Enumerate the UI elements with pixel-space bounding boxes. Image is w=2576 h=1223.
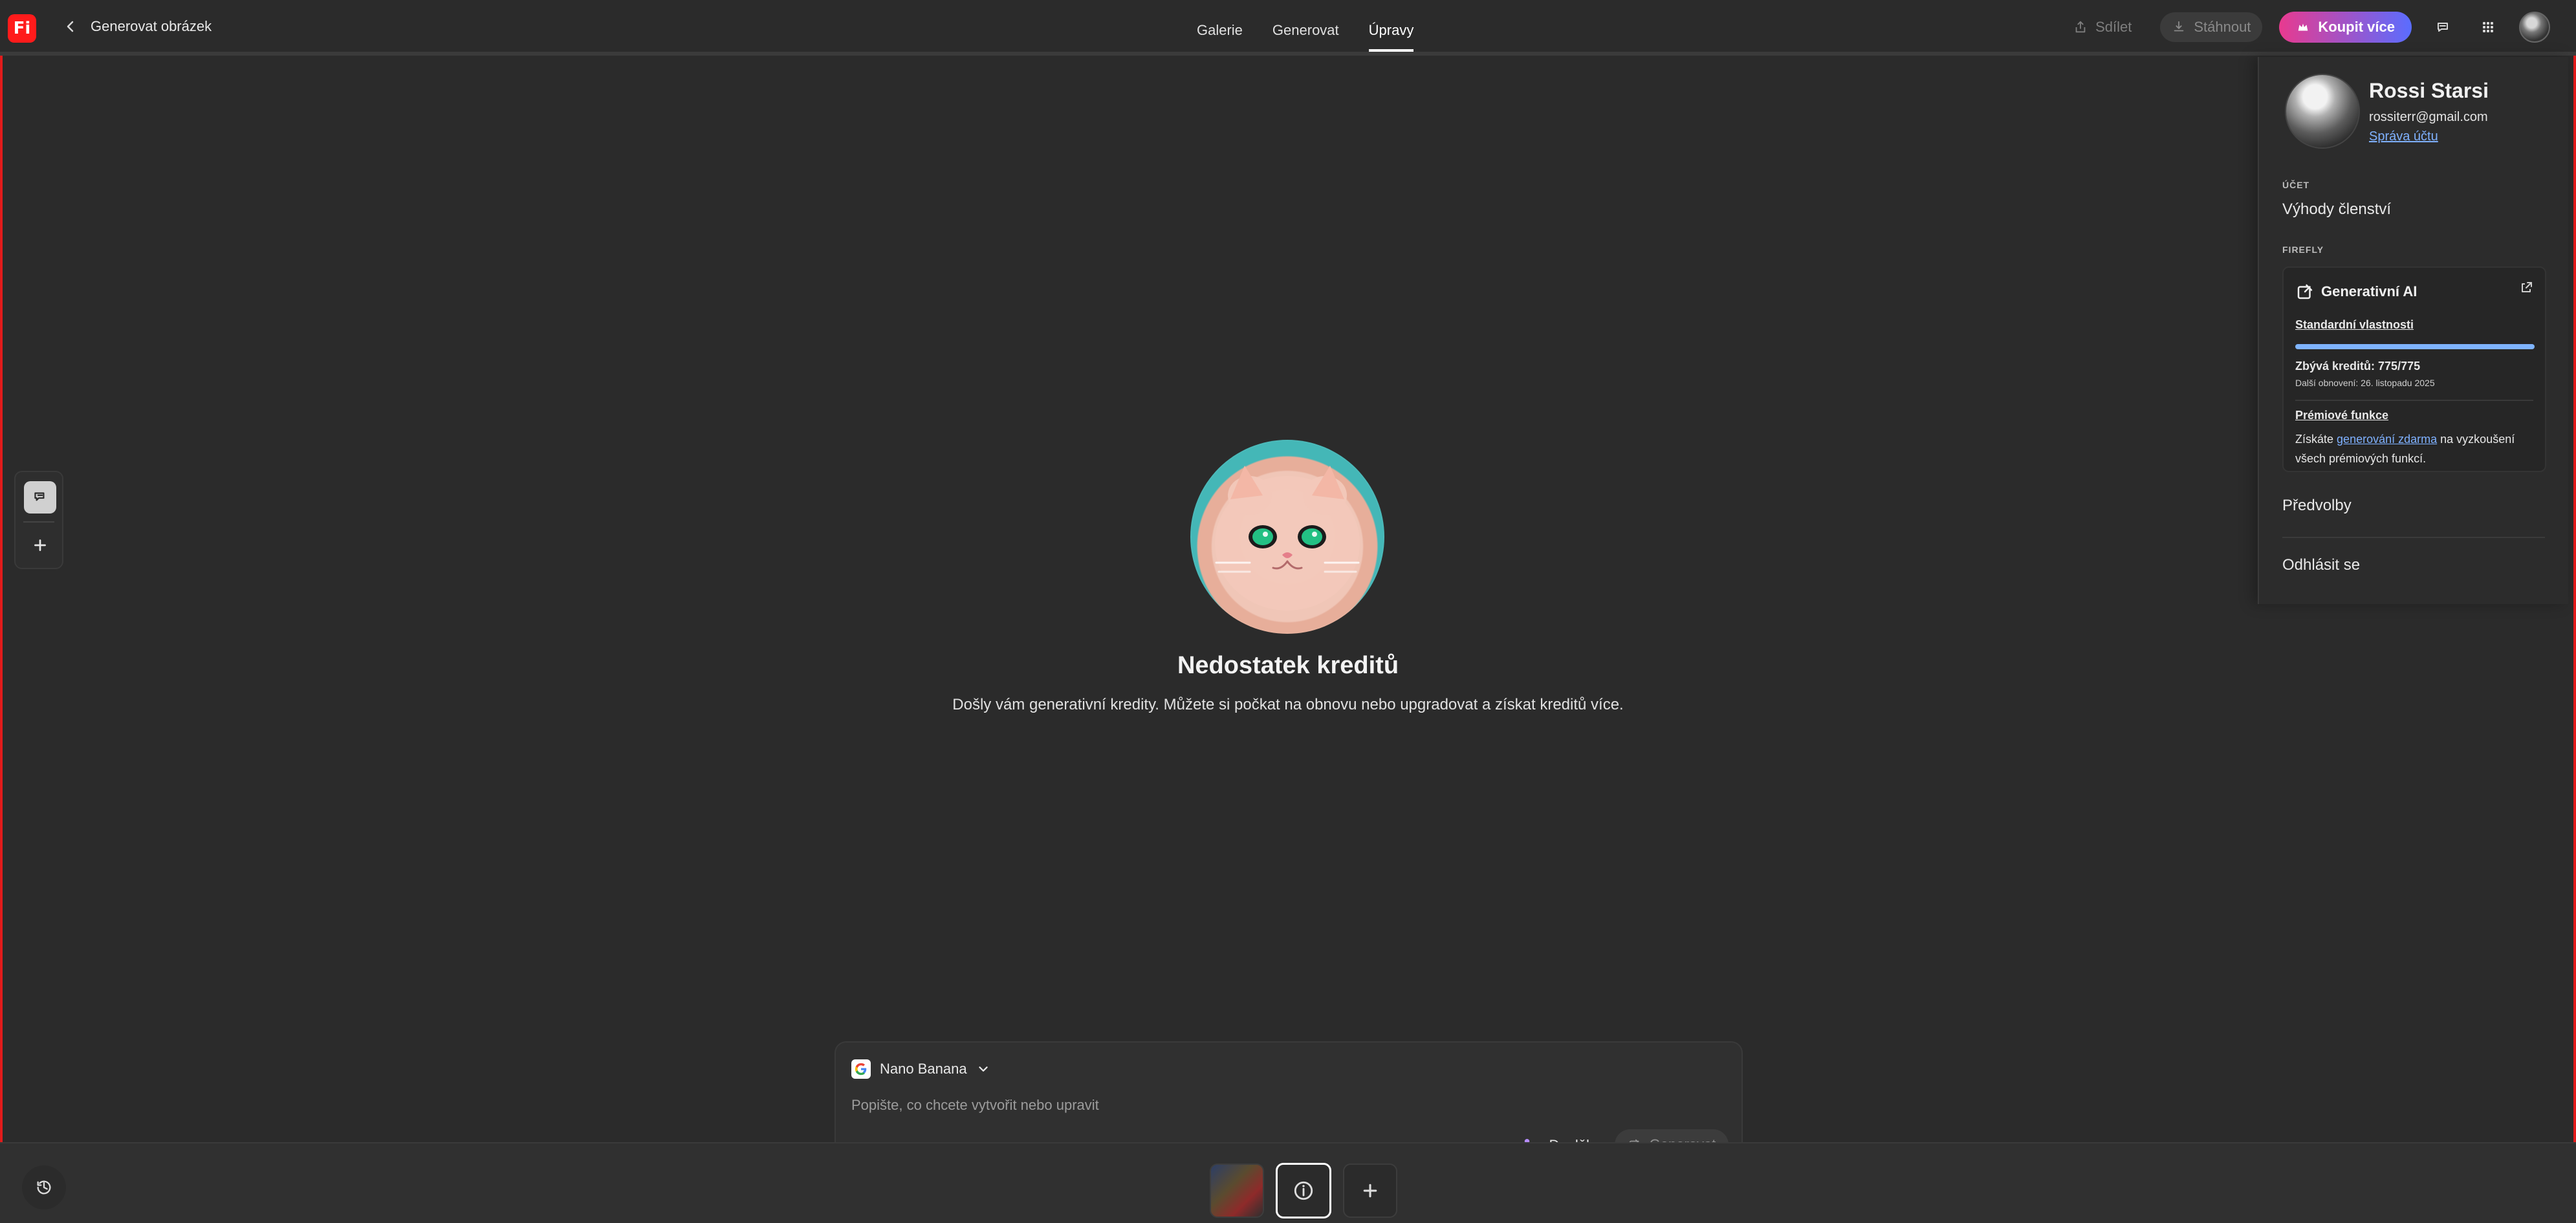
bottom-bar — [0, 1142, 2576, 1223]
credits-progress-fill — [2295, 344, 2535, 349]
main-canvas: Nedostatek kreditů Došly vám generativní… — [0, 56, 2576, 1174]
open-external-button[interactable] — [2515, 277, 2537, 299]
share-icon — [2075, 21, 2086, 33]
cat-face-icon — [1215, 466, 1360, 611]
chevron-left-icon — [67, 21, 74, 32]
premium-features-link[interactable]: Prémiové funkce — [2295, 409, 2388, 422]
google-g-icon — [855, 1063, 867, 1076]
crown-icon — [2298, 23, 2308, 31]
account-name: Rossi Starsi — [2369, 79, 2489, 102]
standard-features-link[interactable]: Standardní vlastnosti — [2295, 318, 2414, 332]
next-renewal: Další obnovení: 26. listopadu 2025 — [2295, 378, 2435, 388]
main-tabs: Galerie Generovat Úpravy — [1197, 22, 1414, 52]
premium-text-prefix: Získáte — [2295, 433, 2334, 446]
tab-upravy[interactable]: Úpravy — [1368, 22, 1414, 52]
google-icon — [851, 1059, 871, 1079]
free-generation-link[interactable]: generování zdarma — [2337, 433, 2437, 446]
model-label: Nano Banana — [880, 1061, 967, 1077]
tab-generovat[interactable]: Generovat — [1272, 22, 1339, 52]
credits-remaining: Zbývá kreditů: 775/775 — [2295, 360, 2421, 373]
page-title: Generovat obrázek — [91, 18, 212, 34]
download-icon — [2174, 21, 2184, 32]
app-logo: Fi — [8, 14, 36, 43]
apps-button[interactable] — [2474, 13, 2502, 41]
no-credits-message: Došly vám generativní kredity. Můžete si… — [952, 696, 1624, 713]
no-credits-illustration — [1190, 440, 1384, 634]
account-email: rossiterr@gmail.com — [2369, 110, 2488, 124]
no-credits-title: Nedostatek kreditů — [1177, 652, 1399, 679]
image-strip — [1210, 1163, 1397, 1218]
credits-progress — [2295, 344, 2535, 349]
add-image-button[interactable] — [1343, 1163, 1397, 1218]
image-thumbnail[interactable] — [1210, 1163, 1264, 1218]
logout-link[interactable]: Odhlásit se — [2282, 556, 2360, 574]
external-link-icon — [2522, 282, 2532, 292]
plus-icon — [1363, 1184, 1377, 1198]
generative-ai-title: Generativní AI — [2295, 282, 2417, 301]
history-button[interactable] — [22, 1165, 66, 1209]
info-thumbnail[interactable] — [1276, 1163, 1331, 1218]
firefly-section-label: FIREFLY — [2282, 244, 2324, 255]
top-actions: Sdílet Stáhnout Koupit více — [2062, 10, 2550, 44]
feedback-button[interactable] — [2429, 13, 2457, 41]
apps-grid-icon — [2483, 22, 2493, 32]
chat-icon — [2438, 23, 2448, 32]
account-avatar — [2285, 74, 2360, 149]
profile-avatar[interactable] — [2519, 12, 2550, 43]
top-bar: Fi Generovat obrázek Galerie Generovat Ú… — [0, 0, 2576, 56]
buy-more-button[interactable]: Koupit více — [2279, 12, 2412, 43]
generative-ai-label: Generativní AI — [2321, 283, 2418, 299]
account-section-label: ÚČET — [2282, 180, 2310, 190]
account-separator — [2282, 537, 2545, 538]
card-divider — [2295, 400, 2533, 401]
generative-ai-card: Generativní AI Standardní vlastnosti Zbý… — [2282, 266, 2546, 472]
prompt-placeholder[interactable]: Popište, co chcete vytvořit nebo upravit — [851, 1097, 1099, 1114]
download-button[interactable]: Stáhnout — [2160, 12, 2263, 42]
history-icon — [37, 1180, 51, 1195]
model-selector[interactable]: Nano Banana — [851, 1059, 990, 1079]
preferences-link[interactable]: Předvolby — [2282, 497, 2352, 515]
back-button[interactable] — [60, 16, 82, 38]
manage-account-link[interactable]: Správa účtu — [2369, 129, 2438, 144]
chevron-down-icon — [978, 1066, 988, 1072]
info-icon — [1294, 1181, 1313, 1200]
membership-benefits-link[interactable]: Výhody členství — [2282, 200, 2391, 219]
generative-ai-icon — [2297, 284, 2313, 299]
account-menu: Rossi Starsi rossiterr@gmail.com Správa … — [2258, 57, 2568, 604]
share-label: Sdílet — [2095, 19, 2132, 35]
share-button[interactable]: Sdílet — [2062, 12, 2143, 42]
buy-more-label: Koupit více — [2318, 19, 2395, 35]
premium-description: Získáte generování zdarma na vyzkoušení … — [2295, 429, 2541, 468]
tab-galerie[interactable]: Galerie — [1197, 22, 1243, 52]
download-label: Stáhnout — [2194, 19, 2251, 35]
